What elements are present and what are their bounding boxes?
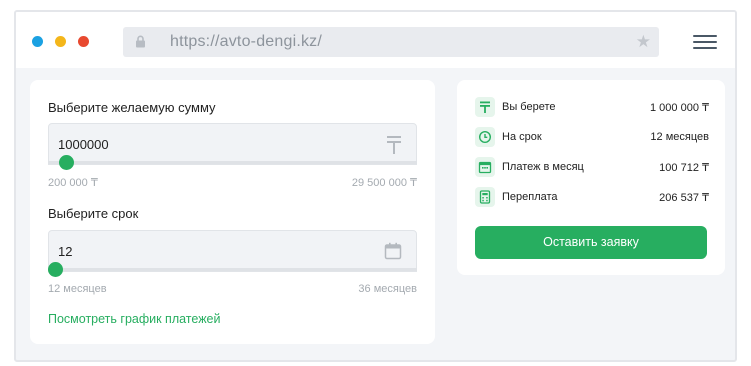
submit-application-button[interactable]: Оставить заявку — [475, 226, 707, 259]
summary-value: 206 537 ₸ — [659, 192, 709, 204]
amount-input[interactable]: 1000000 — [48, 123, 417, 165]
calendar-icon[interactable] — [384, 242, 402, 265]
payment-schedule-link[interactable]: Посмотреть график платежей — [48, 312, 221, 326]
star-icon[interactable]: ★ — [636, 33, 651, 50]
window-dot-red — [78, 36, 89, 47]
amount-value[interactable]: 1000000 — [58, 137, 109, 152]
amount-slider-handle[interactable] — [58, 155, 74, 170]
summary-label: Вы берете — [502, 101, 556, 113]
amount-slider-track[interactable] — [48, 155, 417, 170]
term-min-label: 12 месяцев — [48, 283, 107, 295]
tenge-icon — [475, 97, 495, 117]
summary-label: Переплата — [502, 191, 558, 203]
amount-max-label: 29 500 000 ₸ — [351, 177, 417, 189]
lock-icon — [135, 35, 146, 53]
calculator-icon — [475, 187, 495, 207]
calendar-icon — [475, 157, 495, 177]
summary-value: 100 712 ₸ — [659, 162, 709, 174]
summary-row-term: На срок 12 месяцев — [475, 127, 709, 149]
summary-value: 1 000 000 ₸ — [650, 102, 709, 114]
hamburger-menu-icon[interactable] — [693, 34, 717, 50]
browser-window: https://avto-dengi.kz/ ★ Выберите желаем… — [14, 10, 737, 362]
term-max-label: 36 месяцев — [358, 283, 417, 295]
window-dot-blue — [32, 36, 43, 47]
url-text[interactable]: https://avto-dengi.kz/ — [170, 33, 322, 51]
loan-summary-card: Вы берете 1 000 000 ₸ На срок 12 месяцев — [457, 80, 725, 275]
summary-value: 12 месяцев — [650, 131, 709, 143]
summary-label: Платеж в месяц — [502, 161, 584, 173]
address-bar[interactable]: https://avto-dengi.kz/ ★ — [123, 27, 659, 57]
browser-toolbar: https://avto-dengi.kz/ ★ — [16, 12, 735, 68]
clock-icon — [475, 127, 495, 147]
term-label: Выберите срок — [48, 206, 139, 221]
summary-row-monthly-payment: Платеж в месяц 100 712 ₸ — [475, 157, 709, 179]
term-slider-handle[interactable] — [48, 262, 63, 277]
summary-row-overpayment: Переплата 206 537 ₸ — [475, 187, 709, 209]
summary-row-amount: Вы берете 1 000 000 ₸ — [475, 97, 709, 119]
term-slider-track[interactable] — [48, 262, 417, 277]
term-input[interactable]: 12 — [48, 230, 417, 272]
term-value[interactable]: 12 — [58, 244, 72, 259]
amount-min-label: 200 000 ₸ — [48, 177, 98, 189]
amount-label: Выберите желаемую сумму — [48, 100, 216, 115]
loan-calculator-card: Выберите желаемую сумму 1000000 200 000 … — [30, 80, 435, 344]
tenge-icon — [386, 135, 402, 160]
summary-label: На срок — [502, 131, 542, 143]
window-dot-yellow — [55, 36, 66, 47]
